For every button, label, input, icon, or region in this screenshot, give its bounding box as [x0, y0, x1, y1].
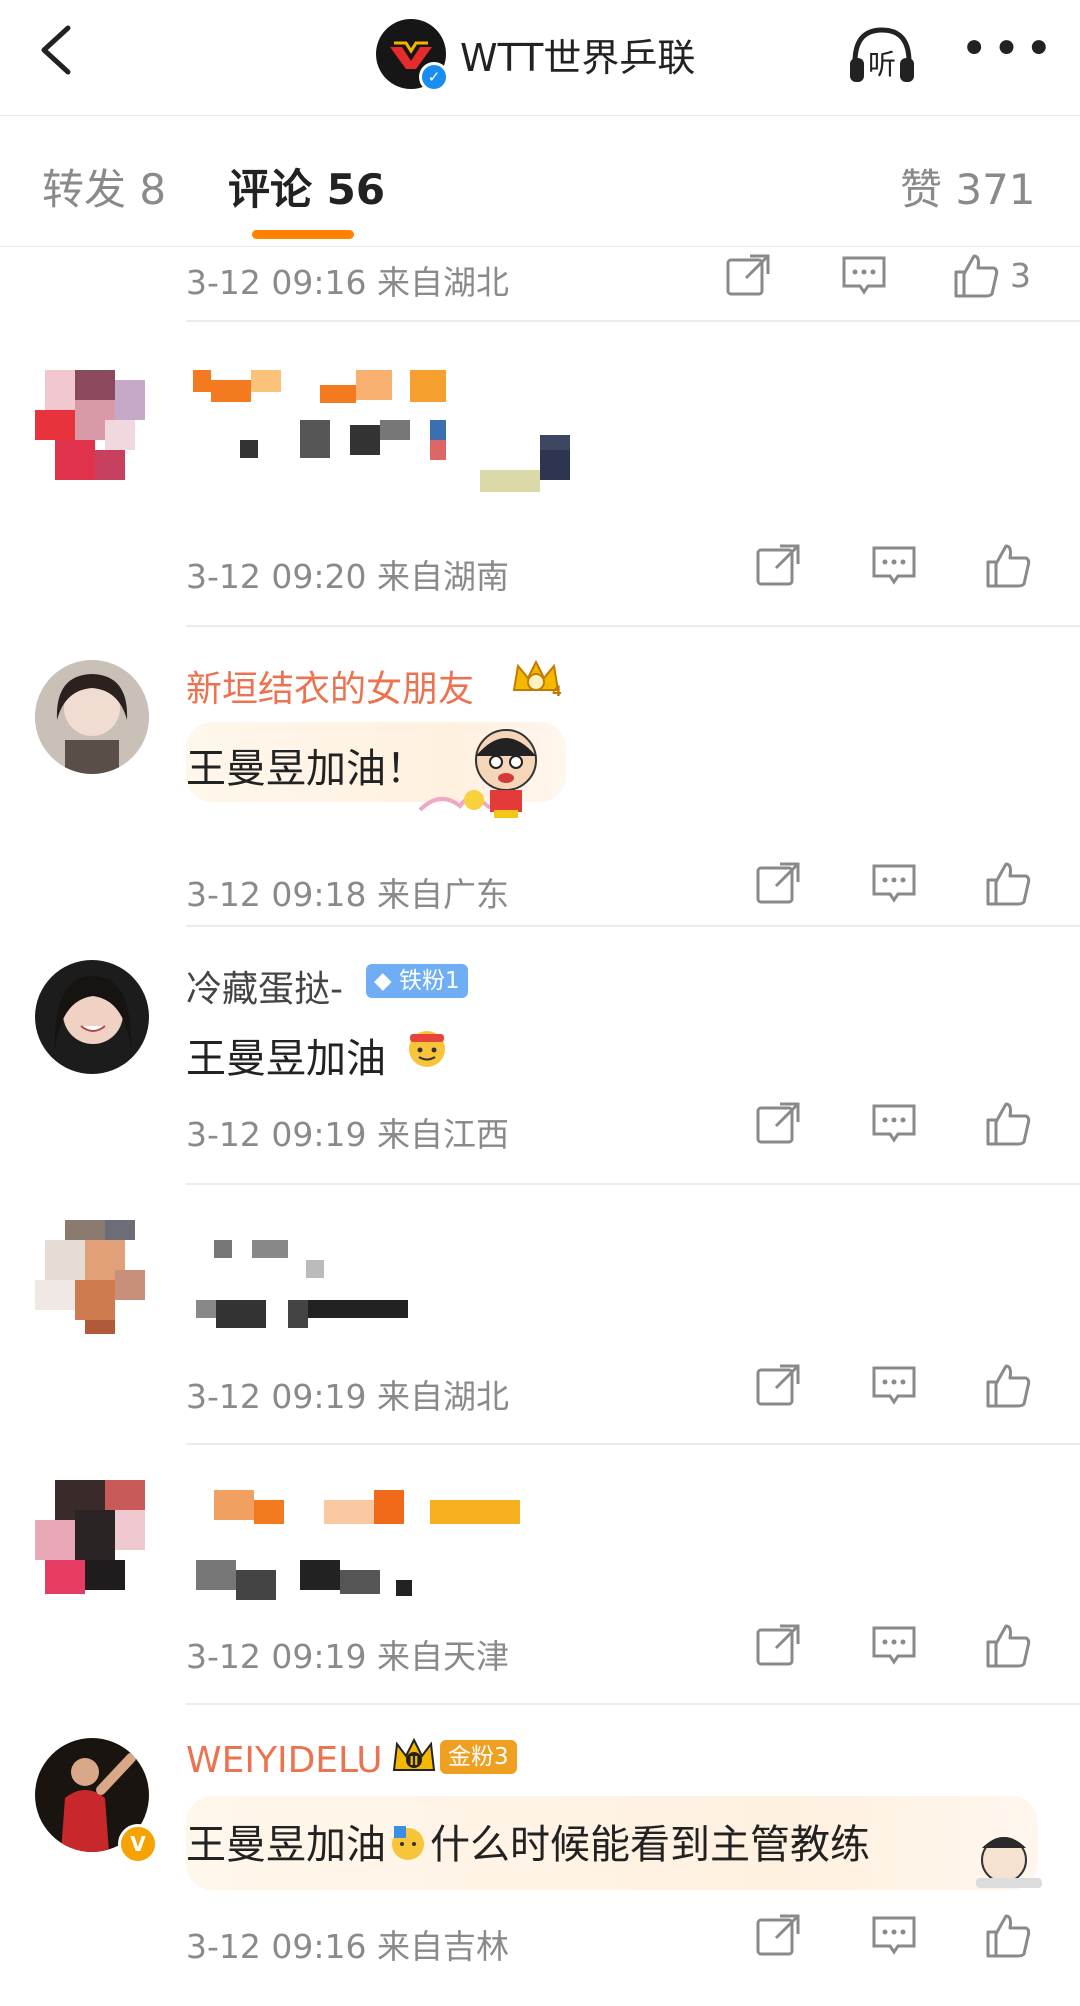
account-header[interactable]: ✓ WTT世界乒联 [376, 14, 695, 94]
repost-icon[interactable] [752, 1910, 804, 1962]
comment-meta: 3-12 09:19 来自天津 [186, 1637, 509, 1676]
avatar[interactable] [35, 1480, 149, 1594]
comment-meta: 3-12 09:16 来自吉林 [186, 1927, 509, 1966]
thumb-up-icon[interactable] [982, 858, 1034, 910]
comment-text-part-1: 王曼昱加油 [186, 1822, 386, 1868]
verified-icon: V [118, 1824, 158, 1864]
svg-text:II: II [410, 1754, 419, 1768]
comment-meta: 3-12 09:16 来自湖北 [186, 263, 509, 302]
comment-meta: 3-12 09:20 来自湖南 [186, 557, 509, 596]
username[interactable]: 冷藏蛋挞- [186, 960, 343, 1012]
comment-divider [186, 320, 1080, 322]
cheer-emoji-icon [409, 1031, 445, 1067]
fan-badge-label: 金粉3 [448, 1744, 509, 1770]
crown-icon: 4 [512, 659, 562, 700]
repost-icon[interactable] [752, 1360, 804, 1412]
username[interactable]: WEIYIDELU [186, 1740, 383, 1781]
repost-icon[interactable] [752, 1620, 804, 1672]
thinking-emoji-icon [392, 1826, 424, 1860]
comment-icon[interactable] [868, 1910, 920, 1962]
headphones-icon[interactable]: 听 [845, 18, 919, 92]
avatar[interactable] [35, 1220, 149, 1334]
fan-badge-label: 铁粉1 [399, 968, 460, 994]
repost-icon[interactable] [722, 250, 774, 302]
comment-meta: 3-12 09:19 来自湖北 [186, 1377, 509, 1416]
thumb-up-icon[interactable] [982, 540, 1034, 592]
comment-text: 王曼昱加油 [186, 1036, 386, 1082]
cartoon-sticker-icon [418, 729, 537, 818]
comment-icon[interactable] [838, 250, 890, 302]
repost-icon[interactable] [752, 540, 804, 592]
comment-meta: 3-12 09:18 来自广东 [186, 875, 509, 914]
avatar[interactable] [35, 660, 149, 774]
repost-icon[interactable] [752, 858, 804, 910]
thumb-up-icon[interactable] [982, 1910, 1034, 1962]
thumb-up-icon[interactable] [982, 1360, 1034, 1412]
active-tab-indicator [252, 230, 354, 239]
repost-icon[interactable] [752, 1098, 804, 1150]
top-bar: ✓ WTT世界乒联 听 ••• [0, 0, 1080, 116]
sticker-icon [976, 1837, 1042, 1888]
verified-icon: ✓ [419, 62, 449, 92]
comment-meta: 3-12 09:19 来自江西 [186, 1115, 509, 1154]
comment-icon[interactable] [868, 1620, 920, 1672]
comment-icon[interactable] [868, 540, 920, 592]
thumb-up-icon[interactable] [982, 1620, 1034, 1672]
comment-divider [186, 1703, 1080, 1705]
avatar[interactable] [35, 370, 149, 484]
crown-icon: II [392, 1737, 436, 1771]
svg-text:4: 4 [552, 684, 562, 700]
comment-text: 王曼昱加油 什么时候能看到主管教练 [186, 1812, 870, 1870]
back-arrow-icon[interactable] [30, 20, 90, 80]
comment-icon[interactable] [868, 1360, 920, 1412]
fan-badge: 金粉3 [440, 1740, 517, 1774]
username[interactable]: 新垣结衣的女朋友 [186, 660, 474, 712]
tab-likes[interactable]: 赞 371 [900, 156, 1036, 217]
tab-repost[interactable]: 转发 8 [42, 156, 166, 217]
thumb-up-icon[interactable] [982, 1098, 1034, 1150]
listen-label: 听 [868, 48, 896, 81]
fan-badge: ◆ 铁粉1 [366, 964, 468, 998]
tab-bar: 转发 8 评论 56 赞 371 [0, 116, 1080, 247]
comment-divider [186, 1183, 1080, 1185]
comment-icon[interactable] [868, 1098, 920, 1150]
tab-comments[interactable]: 评论 56 [228, 156, 385, 217]
avatar[interactable] [35, 960, 149, 1074]
comment-divider [186, 925, 1080, 927]
comment-icon[interactable] [868, 858, 920, 910]
comment-divider [186, 625, 1080, 627]
comment-divider [186, 1443, 1080, 1445]
comment-text: 王曼昱加油！ [186, 746, 426, 792]
wtt-logo: ✓ [376, 19, 449, 92]
like-count: 3 [1010, 256, 1031, 295]
thumb-up-icon[interactable] [950, 250, 1002, 302]
more-dots-icon[interactable]: ••• [960, 25, 1057, 73]
comment-text-part-2: 什么时候能看到主管教练 [430, 1822, 870, 1868]
diamond-icon: ◆ [374, 968, 392, 994]
account-title: WTT世界乒联 [460, 35, 696, 80]
